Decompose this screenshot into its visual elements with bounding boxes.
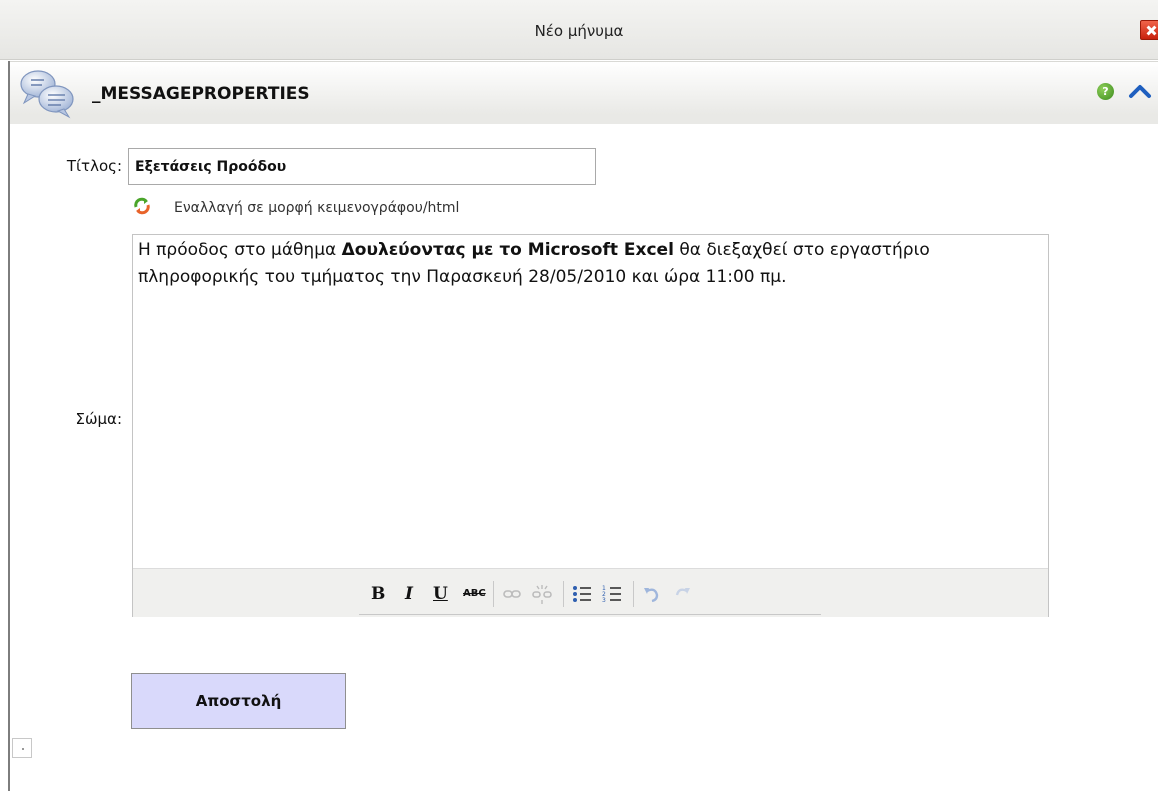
panel-title: _MESSAGEPROPERTIES bbox=[92, 84, 310, 104]
bold-button[interactable]: B bbox=[371, 584, 385, 604]
title-label: Τίτλος: bbox=[66, 157, 122, 175]
bullet-list-icon[interactable] bbox=[571, 583, 593, 605]
body-label: Σώμα: bbox=[75, 410, 122, 428]
help-icon[interactable]: ? bbox=[1097, 83, 1114, 100]
unlink-icon[interactable] bbox=[531, 583, 553, 605]
refresh-toggle-icon bbox=[134, 197, 150, 215]
redo-icon[interactable] bbox=[671, 583, 693, 605]
resize-handle[interactable] bbox=[12, 738, 32, 758]
toolbar-buttons: B I U ABC 1 2 3 bbox=[359, 571, 821, 615]
chat-bubbles-icon bbox=[20, 70, 74, 119]
editor-toolbar: B I U ABC 1 2 3 bbox=[133, 568, 1048, 617]
send-button[interactable]: Αποστολή bbox=[131, 673, 346, 729]
body-bold-text: Δουλεύοντας με το Microsoft Excel bbox=[341, 240, 674, 260]
chevron-up-icon[interactable] bbox=[1128, 82, 1152, 100]
svg-text:3: 3 bbox=[602, 597, 606, 604]
title-input[interactable] bbox=[128, 148, 596, 185]
close-icon[interactable] bbox=[1140, 20, 1158, 40]
toolbar-separator bbox=[633, 581, 634, 607]
link-icon[interactable] bbox=[501, 583, 523, 605]
italic-button[interactable]: I bbox=[405, 584, 413, 604]
undo-icon[interactable] bbox=[641, 583, 663, 605]
panel-header: _MESSAGEPROPERTIES ? bbox=[10, 61, 1158, 124]
dialog-body: _MESSAGEPROPERTIES ? Τίτλος: Εναλλαγή σε… bbox=[8, 61, 1158, 791]
toggle-html-link[interactable]: Εναλλαγή σε μορφή κειμενογράφου/html bbox=[174, 200, 459, 216]
underline-button[interactable]: U bbox=[433, 584, 448, 604]
dialog-titlebar: Νέο μήνυμα bbox=[0, 0, 1158, 60]
numbered-list-icon[interactable]: 1 2 3 bbox=[601, 583, 623, 605]
toolbar-separator bbox=[493, 581, 494, 607]
strikethrough-button[interactable]: ABC bbox=[463, 588, 486, 608]
toolbar-separator bbox=[563, 581, 564, 607]
body-editor[interactable]: Η πρόοδος στο μάθημα Δουλεύοντας με το M… bbox=[132, 234, 1049, 617]
body-text[interactable]: Η πρόοδος στο μάθημα Δουλεύοντας με το M… bbox=[138, 237, 1038, 291]
dialog-title: Νέο μήνυμα bbox=[534, 22, 624, 40]
